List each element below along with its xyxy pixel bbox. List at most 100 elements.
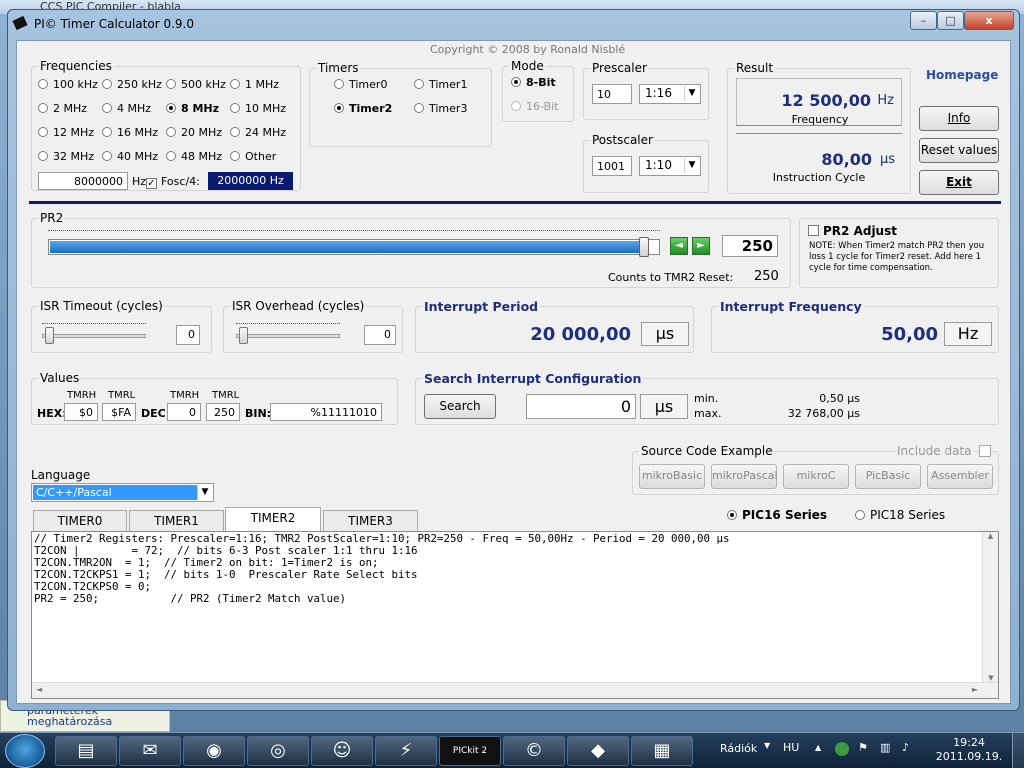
- dec-tmrl-input[interactable]: 250: [206, 403, 240, 421]
- frequency-radio[interactable]: 250 kHz: [102, 78, 162, 91]
- pr2-value-input[interactable]: 250: [722, 235, 778, 257]
- frequency-radio-dot[interactable]: [38, 79, 48, 89]
- fosc-checkbox[interactable]: ✓ Fosc/4:: [146, 175, 200, 189]
- fosc-checkbox-box[interactable]: ✓: [146, 178, 157, 189]
- frequency-radio[interactable]: 100 kHz: [38, 78, 98, 91]
- thunderbird-icon[interactable]: ✉: [119, 736, 181, 766]
- tab-timer0[interactable]: TIMER0: [33, 510, 127, 531]
- pr2-adjust-checkbox-box[interactable]: [808, 225, 819, 236]
- homepage-link[interactable]: Homepage: [926, 68, 998, 82]
- pic16-radio[interactable]: PIC16 Series: [727, 508, 827, 522]
- frequency-radio-dot[interactable]: [230, 79, 240, 89]
- winamp-icon[interactable]: ⚡: [375, 736, 437, 766]
- source-picbasic-button[interactable]: PicBasic: [855, 464, 921, 489]
- isr-overhead-input[interactable]: 0: [364, 325, 396, 345]
- isr-timeout-input[interactable]: 0: [176, 325, 200, 345]
- flag-icon[interactable]: ⚑: [858, 741, 868, 754]
- pic16-radio-dot[interactable]: [727, 510, 737, 520]
- firefox-icon[interactable]: ◉: [183, 736, 245, 766]
- toolbar-chevron-icon[interactable]: ▼: [764, 741, 770, 750]
- scroll-left-icon[interactable]: ◄: [36, 685, 42, 694]
- timer2-radio[interactable]: Timer2: [334, 102, 392, 115]
- prescaler-value-input[interactable]: 10: [592, 84, 632, 104]
- timer0-radio[interactable]: Timer0: [334, 78, 387, 91]
- frequency-radio-dot[interactable]: [166, 103, 176, 113]
- frequency-radio[interactable]: 24 MHz: [230, 126, 286, 139]
- info-button[interactable]: Info: [919, 106, 999, 131]
- frequency-radio[interactable]: 500 kHz: [166, 78, 226, 91]
- toolbar-label[interactable]: Rádiók: [720, 742, 757, 755]
- prescaler-ratio-select[interactable]: 1:16 ▼: [639, 84, 701, 104]
- frequency-radio-dot[interactable]: [38, 151, 48, 161]
- pic18-radio-dot[interactable]: [855, 510, 865, 520]
- timer3-radio-dot[interactable]: [414, 103, 424, 113]
- utorrent-icon[interactable]: [835, 742, 849, 756]
- search-value-input[interactable]: 0: [526, 394, 636, 419]
- maximize-button[interactable]: □: [937, 11, 964, 30]
- frequency-radio-dot[interactable]: [102, 127, 112, 137]
- tab-timer2[interactable]: TIMER2: [225, 507, 321, 531]
- clock[interactable]: 19:24 2011.09.19.: [930, 736, 1008, 764]
- timer1-radio-dot[interactable]: [414, 79, 424, 89]
- frequency-radio-dot[interactable]: [102, 103, 112, 113]
- source-mikroc-button[interactable]: mikroC: [783, 464, 849, 489]
- volume-icon[interactable]: ♪: [902, 741, 909, 754]
- chip-icon[interactable]: ◆: [567, 736, 629, 766]
- frequency-radio-dot[interactable]: [230, 151, 240, 161]
- hex-tmrl-input[interactable]: $FA: [102, 403, 136, 421]
- chevron-down-icon[interactable]: ▼: [197, 485, 212, 500]
- isr-timeout-slider-thumb[interactable]: [45, 327, 54, 344]
- ccs-icon[interactable]: ©: [503, 736, 565, 766]
- frequency-radio-dot[interactable]: [38, 103, 48, 113]
- chevron-down-icon[interactable]: ▼: [684, 158, 699, 173]
- pr2-slider[interactable]: [48, 237, 660, 257]
- horizontal-scrollbar[interactable]: ◄ ►: [32, 682, 998, 698]
- chrome-icon[interactable]: ◎: [247, 736, 309, 766]
- frequency-radio[interactable]: 40 MHz: [102, 150, 158, 163]
- file-explorer-icon[interactable]: ▤: [55, 736, 117, 766]
- reset-values-button[interactable]: Reset values: [919, 138, 999, 163]
- frequency-radio-dot[interactable]: [102, 79, 112, 89]
- isr-timeout-slider[interactable]: [42, 334, 146, 338]
- frequency-radio[interactable]: 32 MHz: [38, 150, 94, 163]
- frequency-radio[interactable]: Other: [230, 150, 276, 163]
- vertical-scrollbar[interactable]: ▲ ▼: [982, 532, 998, 682]
- source-mikrobasic-button[interactable]: mikroBasic: [639, 464, 705, 489]
- close-button[interactable]: x: [964, 11, 1014, 30]
- pic18-radio[interactable]: PIC18 Series: [855, 508, 945, 522]
- frequency-radio[interactable]: 12 MHz: [38, 126, 94, 139]
- isr-overhead-slider[interactable]: [236, 334, 340, 338]
- people-icon[interactable]: ☺: [311, 736, 373, 766]
- chevron-down-icon[interactable]: ▼: [684, 86, 699, 101]
- scroll-down-icon[interactable]: ▼: [983, 674, 999, 682]
- frequency-radio[interactable]: 10 MHz: [230, 102, 286, 115]
- language-select[interactable]: C/C++/Pascal ▼: [31, 483, 214, 502]
- frequency-radio[interactable]: 16 MHz: [102, 126, 158, 139]
- frequency-radio[interactable]: 20 MHz: [166, 126, 222, 139]
- language-indicator[interactable]: HU: [783, 741, 799, 754]
- frequency-radio-dot[interactable]: [230, 103, 240, 113]
- frequency-radio[interactable]: 2 MHz: [38, 102, 87, 115]
- start-button[interactable]: [5, 734, 45, 768]
- frequency-radio[interactable]: 1 MHz: [230, 78, 279, 91]
- hex-tmrh-input[interactable]: $0: [64, 403, 98, 421]
- frequency-radio[interactable]: 48 MHz: [166, 150, 222, 163]
- pr2-decrement-icon[interactable]: ◄: [670, 237, 688, 255]
- tray-expand-icon[interactable]: ▲: [815, 743, 821, 752]
- code-editor[interactable]: // Timer2 Registers: Prescaler=1:16; TMR…: [31, 531, 999, 699]
- show-desktop-button[interactable]: [1012, 733, 1024, 768]
- frequency-radio[interactable]: 8 MHz: [166, 102, 219, 115]
- timer1-radio[interactable]: Timer1: [414, 78, 467, 91]
- source-mikropascal-button[interactable]: mikroPascal: [711, 464, 778, 489]
- exit-button[interactable]: Exit: [919, 170, 999, 195]
- frequency-radio-dot[interactable]: [102, 151, 112, 161]
- frequency-radio-dot[interactable]: [230, 127, 240, 137]
- title-bar[interactable]: PI© Timer Calculator 0.9.0 – □ x: [8, 10, 1019, 38]
- calculator-icon[interactable]: ▦: [631, 736, 693, 766]
- frequency-value-input[interactable]: 8000000: [38, 172, 128, 190]
- frequency-radio-dot[interactable]: [166, 151, 176, 161]
- postscaler-value-input[interactable]: 1001: [592, 156, 632, 176]
- source-assembler-button[interactable]: Assembler: [927, 464, 993, 489]
- frequency-radio-dot[interactable]: [166, 127, 176, 137]
- tab-timer3[interactable]: TIMER3: [323, 510, 418, 531]
